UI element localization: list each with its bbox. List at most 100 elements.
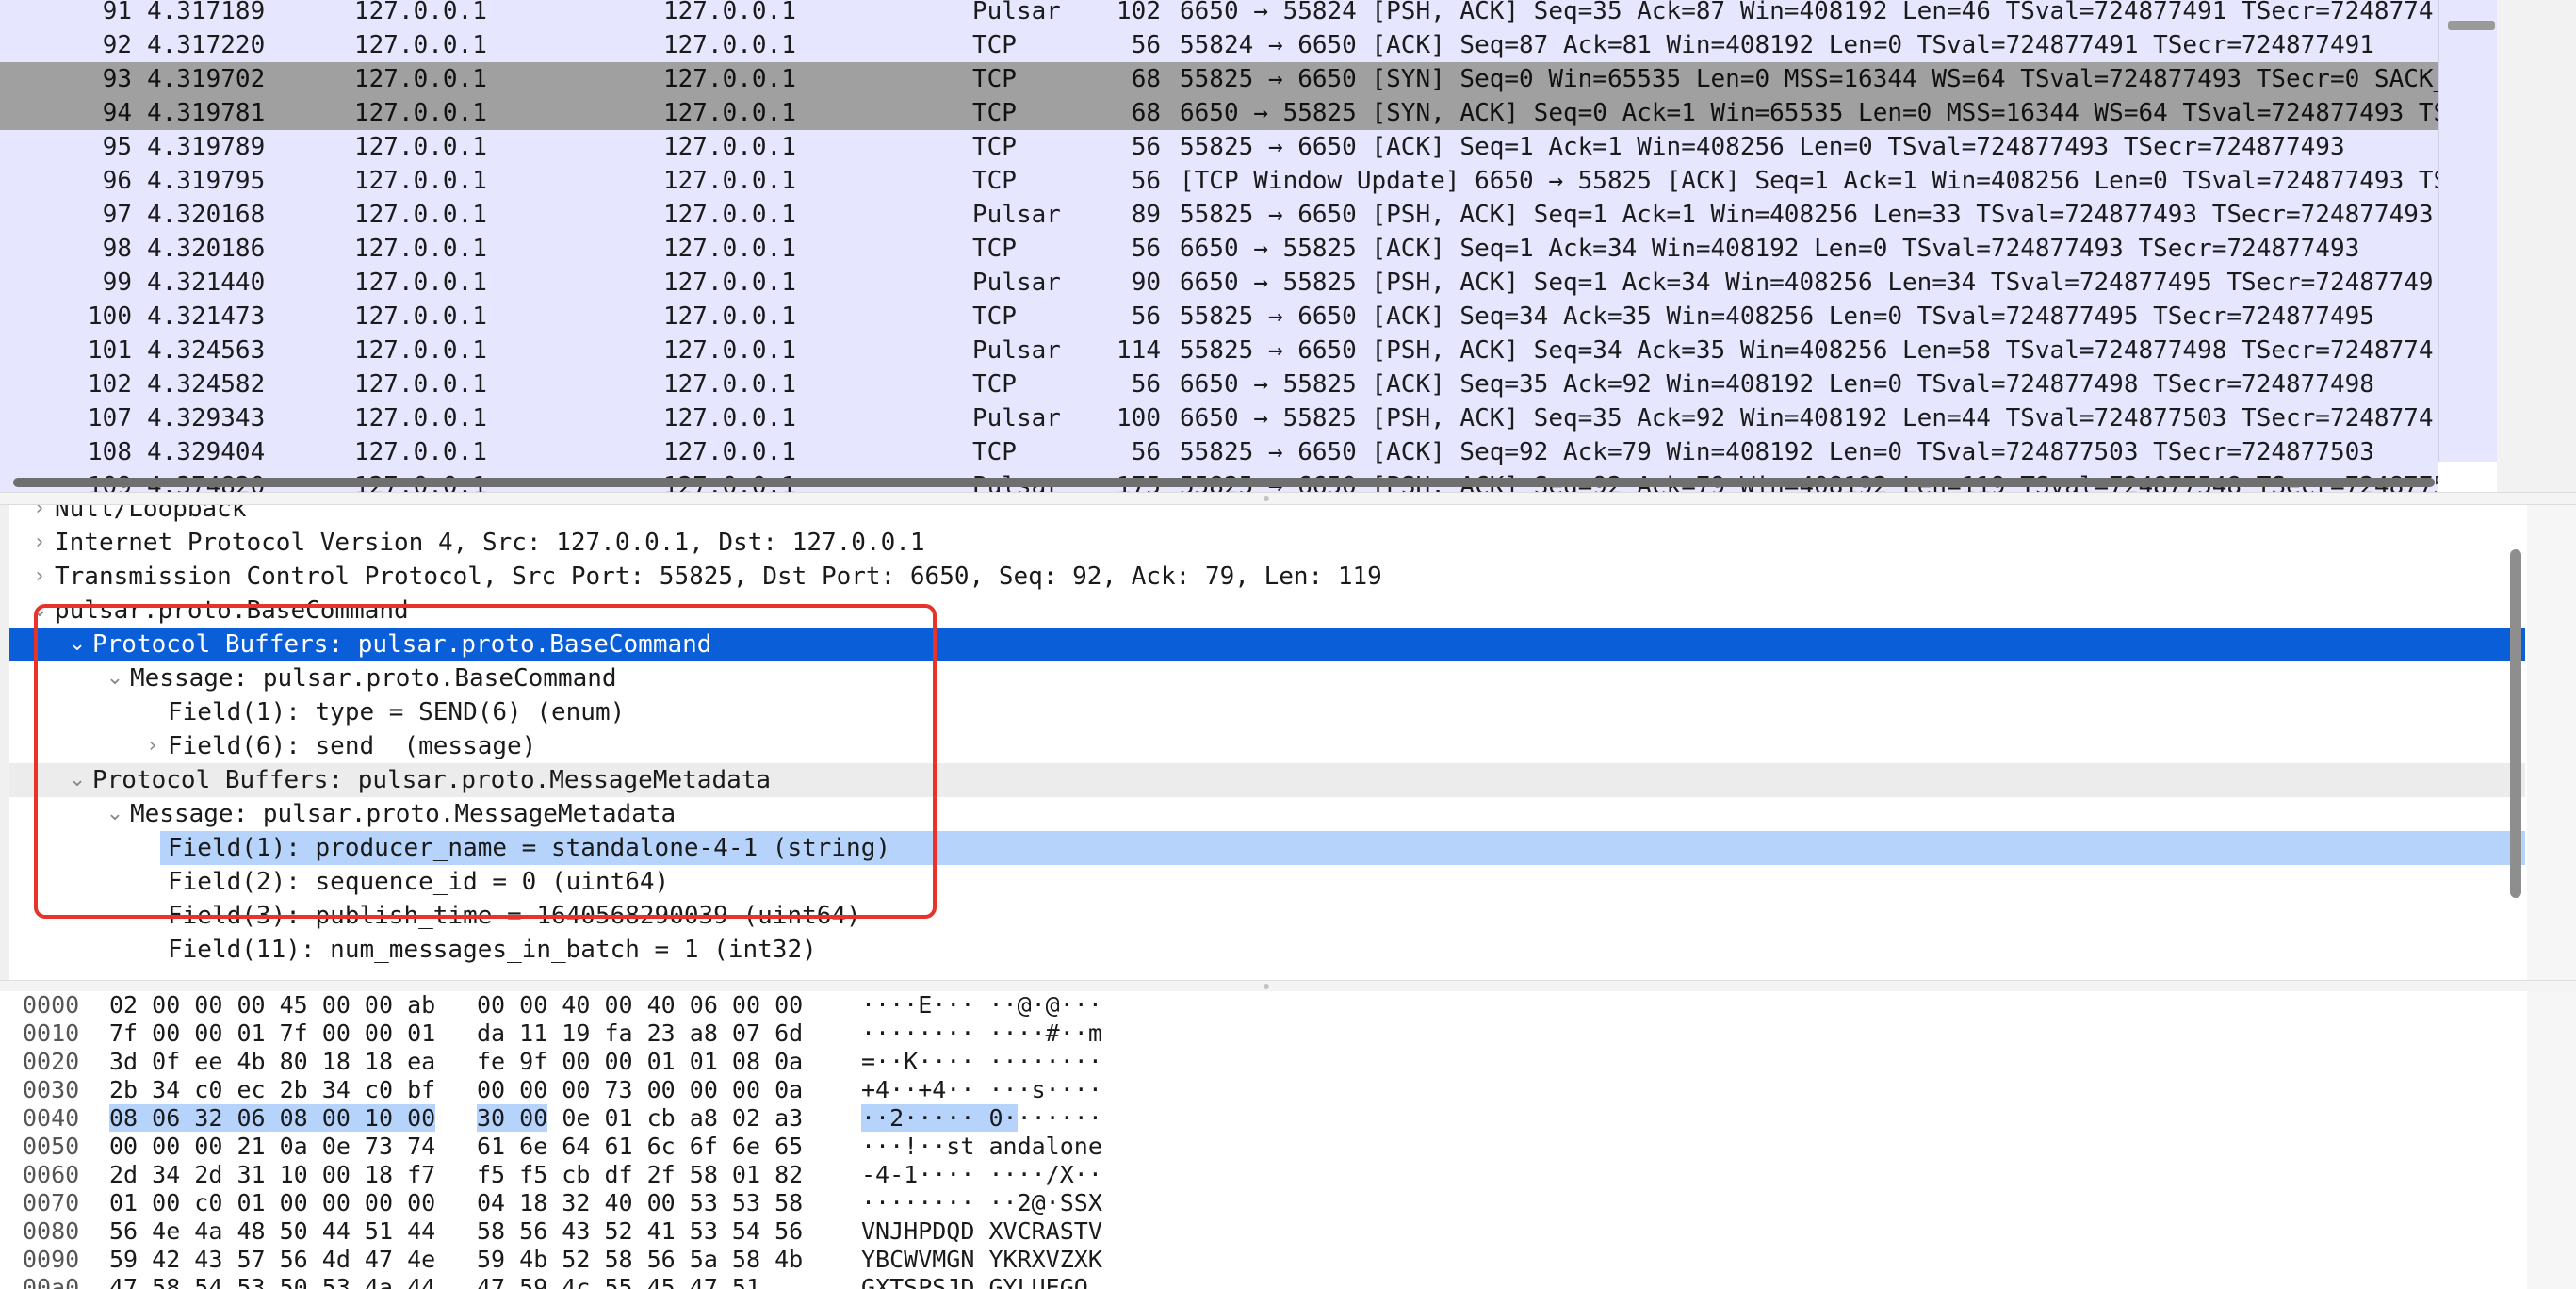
- packet-row[interactable]: 94 4.319781 127.0.0.1 127.0.0.1 TCP 68 6650 → …: [0, 96, 2438, 130]
- bytes-hex-group-2: 58 56 43 52 41 53 54 56: [477, 1217, 804, 1245]
- packet-protocol: TCP: [972, 370, 1017, 399]
- bytes-hex-group-2: fe 9f 00 00 01 01 08 0a: [477, 1048, 804, 1075]
- packet-time: 4.319781: [147, 99, 266, 127]
- packet-row[interactable]: 96 4.319795 127.0.0.1 127.0.0.1 TCP 56 [TCP Wi…: [0, 164, 2438, 198]
- details-pane-scrollbar[interactable]: [2510, 549, 2521, 898]
- detail-tree-row[interactable]: Field(1): producer_name = standalone-4-1…: [160, 831, 2525, 865]
- chevron-down-icon[interactable]: ⌄: [28, 594, 51, 628]
- packet-row[interactable]: 102 4.324582 127.0.0.1 127.0.0.1 TCP 56 6650 →…: [0, 367, 2438, 401]
- packet-length: 56: [1131, 133, 1161, 161]
- detail-tree-row[interactable]: › Null/Loopback: [9, 505, 2525, 526]
- packet-details-pane[interactable]: › Null/Loopback › Internet Protocol Version…: [0, 505, 2576, 980]
- bytes-hex-group-1: 08 06 32 06 08 00 10 00: [109, 1104, 436, 1132]
- details-pane-gutter: [2527, 505, 2576, 980]
- packet-protocol: TCP: [972, 31, 1017, 59]
- chevron-right-icon[interactable]: ›: [28, 526, 51, 560]
- bytes-offset: 0020: [23, 1048, 80, 1075]
- packet-row[interactable]: 108 4.329404 127.0.0.1 127.0.0.1 TCP 56 55825 …: [0, 435, 2438, 469]
- detail-tree-row[interactable]: › Field(6): send (message): [9, 729, 2525, 763]
- bytes-hex-group-1: 7f 00 00 01 7f 00 00 01: [109, 1020, 436, 1047]
- packet-protocol: Pulsar: [972, 0, 1061, 25]
- packet-protocol: TCP: [972, 133, 1017, 161]
- packet-length: 56: [1131, 438, 1161, 466]
- chevron-right-icon[interactable]: ›: [28, 560, 51, 594]
- bytes-offset: 0010: [23, 1020, 80, 1047]
- packet-row[interactable]: 99 4.321440 127.0.0.1 127.0.0.1 Pulsar 90 6650…: [0, 266, 2438, 300]
- bytes-offset: 0000: [23, 991, 80, 1019]
- detail-tree-row[interactable]: Field(11): num_messages_in_batch = 1 (in…: [9, 933, 2525, 967]
- packet-number: 102: [88, 370, 132, 399]
- detail-tree-row[interactable]: ⌄ Message: pulsar.proto.MessageMetadata: [9, 797, 2525, 831]
- bytes-hex-group-2: 00 00 00 73 00 00 00 0a: [477, 1076, 804, 1103]
- packet-protocol: TCP: [972, 235, 1017, 263]
- packet-destination: 127.0.0.1: [663, 438, 796, 466]
- packet-protocol: Pulsar: [972, 404, 1061, 432]
- bytes-offset: 0070: [23, 1189, 80, 1216]
- packet-source: 127.0.0.1: [354, 269, 487, 297]
- packet-row[interactable]: 98 4.320186 127.0.0.1 127.0.0.1 TCP 56 6650 → …: [0, 232, 2438, 266]
- detail-tree-row[interactable]: ⌄ Protocol Buffers: pulsar.proto.MessageM…: [9, 763, 2525, 797]
- detail-tree-row-text: Field(1): producer_name = standalone-4-1…: [168, 834, 891, 862]
- packet-time: 4.320168: [147, 201, 266, 229]
- bytes-hex-group-2: f5 f5 cb df 2f 58 01 82: [477, 1161, 804, 1188]
- packet-protocol: TCP: [972, 438, 1017, 466]
- packet-info: 55825 → 6650 [PSH, ACK] Seq=1 Ack=1 Win=…: [1180, 201, 2434, 229]
- bytes-hex-group-1: 59 42 43 57 56 4d 47 4e: [109, 1246, 436, 1273]
- detail-tree-row[interactable]: › Transmission Control Protocol, Src Port…: [9, 560, 2525, 594]
- packet-list[interactable]: 91 4.317189 127.0.0.1 127.0.0.1 Pulsar 102 665…: [0, 0, 2576, 492]
- packet-row[interactable]: 107 4.329343 127.0.0.1 127.0.0.1 Pulsar 100 66…: [0, 401, 2438, 435]
- packet-row[interactable]: 101 4.324563 127.0.0.1 127.0.0.1 Pulsar 114 55…: [0, 334, 2438, 367]
- packet-length: 56: [1131, 370, 1161, 399]
- packet-number: 99: [102, 269, 132, 297]
- detail-tree-row[interactable]: ⌄ Message: pulsar.proto.BaseCommand: [9, 661, 2525, 695]
- packet-protocol: TCP: [972, 167, 1017, 195]
- packet-row[interactable]: 93 4.319702 127.0.0.1 127.0.0.1 TCP 68 55825 →…: [0, 62, 2438, 96]
- packet-destination: 127.0.0.1: [663, 167, 796, 195]
- chevron-down-icon[interactable]: ⌄: [104, 661, 126, 695]
- detail-tree-row[interactable]: Field(3): publish_time = 1640568290039 (…: [9, 899, 2525, 933]
- detail-tree-row-text: Protocol Buffers: pulsar.proto.BaseComma…: [92, 630, 712, 659]
- detail-tree-row[interactable]: › Internet Protocol Version 4, Src: 127.0…: [9, 526, 2525, 560]
- packet-info: 55825 → 6650 [PSH, ACK] Seq=34 Ack=35 Wi…: [1180, 336, 2434, 365]
- packet-time: 4.329343: [147, 404, 266, 432]
- packet-source: 127.0.0.1: [354, 235, 487, 263]
- detail-tree-row[interactable]: ⌄ Protocol Buffers: pulsar.proto.BaseComm…: [9, 628, 2525, 661]
- packet-list-scrollbar-thumb[interactable]: [2448, 21, 2495, 30]
- bytes-hex-group-1: 47 58 54 53 50 53 4a 44: [109, 1274, 436, 1289]
- bytes-offset: 0030: [23, 1076, 80, 1103]
- bytes-hex-group-1: 2b 34 c0 ec 2b 34 c0 bf: [109, 1076, 436, 1103]
- packet-length: 114: [1117, 336, 1161, 365]
- packet-time: 4.324563: [147, 336, 266, 365]
- packet-destination: 127.0.0.1: [663, 370, 796, 399]
- packet-bytes-pane[interactable]: 0000 02 00 00 00 45 00 00 ab 00 00 40 00 4…: [0, 991, 2576, 1289]
- packet-row[interactable]: 91 4.317189 127.0.0.1 127.0.0.1 Pulsar 102 665…: [0, 0, 2438, 28]
- detail-tree-row-text: Field(11): num_messages_in_batch = 1 (in…: [168, 936, 817, 964]
- packet-length: 56: [1131, 235, 1161, 263]
- packet-list-scrollbar-track[interactable]: [2438, 0, 2498, 462]
- packet-number: 107: [88, 404, 132, 432]
- detail-tree-row[interactable]: Field(1): type = SEND(6) (enum): [9, 695, 2525, 729]
- chevron-down-icon[interactable]: ⌄: [104, 797, 126, 831]
- packet-info: 6650 → 55825 [ACK] Seq=1 Ack=34 Win=4081…: [1180, 235, 2360, 263]
- packet-number: 93: [102, 65, 132, 93]
- chevron-right-icon[interactable]: ›: [28, 505, 51, 526]
- chevron-right-icon[interactable]: ›: [141, 729, 164, 763]
- chevron-down-icon[interactable]: ⌄: [66, 763, 89, 797]
- packet-list-horizontal-scrollbar[interactable]: [13, 478, 2435, 487]
- detail-tree-row[interactable]: Field(2): sequence_id = 0 (uint64): [9, 865, 2525, 899]
- packet-row[interactable]: 92 4.317220 127.0.0.1 127.0.0.1 TCP 56 55824 →…: [0, 28, 2438, 62]
- chevron-down-icon[interactable]: ⌄: [66, 628, 89, 661]
- packet-row[interactable]: 97 4.320168 127.0.0.1 127.0.0.1 Pulsar 89 5582…: [0, 198, 2438, 232]
- bytes-offset: 0050: [23, 1133, 80, 1160]
- detail-tree-row[interactable]: ⌄ pulsar.proto.BaseCommand: [9, 594, 2525, 628]
- packet-number: 98: [102, 235, 132, 263]
- packet-destination: 127.0.0.1: [663, 31, 796, 59]
- packet-source: 127.0.0.1: [354, 302, 487, 331]
- packet-protocol: TCP: [972, 99, 1017, 127]
- packet-destination: 127.0.0.1: [663, 99, 796, 127]
- packet-row[interactable]: 100 4.321473 127.0.0.1 127.0.0.1 TCP 56 55825 …: [0, 300, 2438, 334]
- packet-info: [TCP Window Update] 6650 → 55825 [ACK] S…: [1180, 167, 2438, 195]
- packet-source: 127.0.0.1: [354, 404, 487, 432]
- pane-splitter-top[interactable]: [0, 492, 2576, 505]
- packet-row[interactable]: 95 4.319789 127.0.0.1 127.0.0.1 TCP 56 55825 →…: [0, 130, 2438, 164]
